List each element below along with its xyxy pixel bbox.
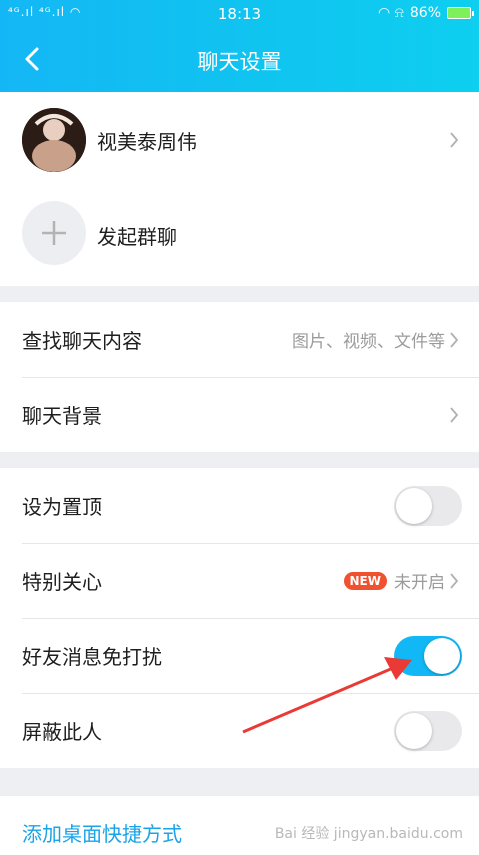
watermark: Bai 经验 jingyan.baidu.com bbox=[274, 826, 463, 842]
annotation-arrow-icon bbox=[242, 657, 412, 734]
